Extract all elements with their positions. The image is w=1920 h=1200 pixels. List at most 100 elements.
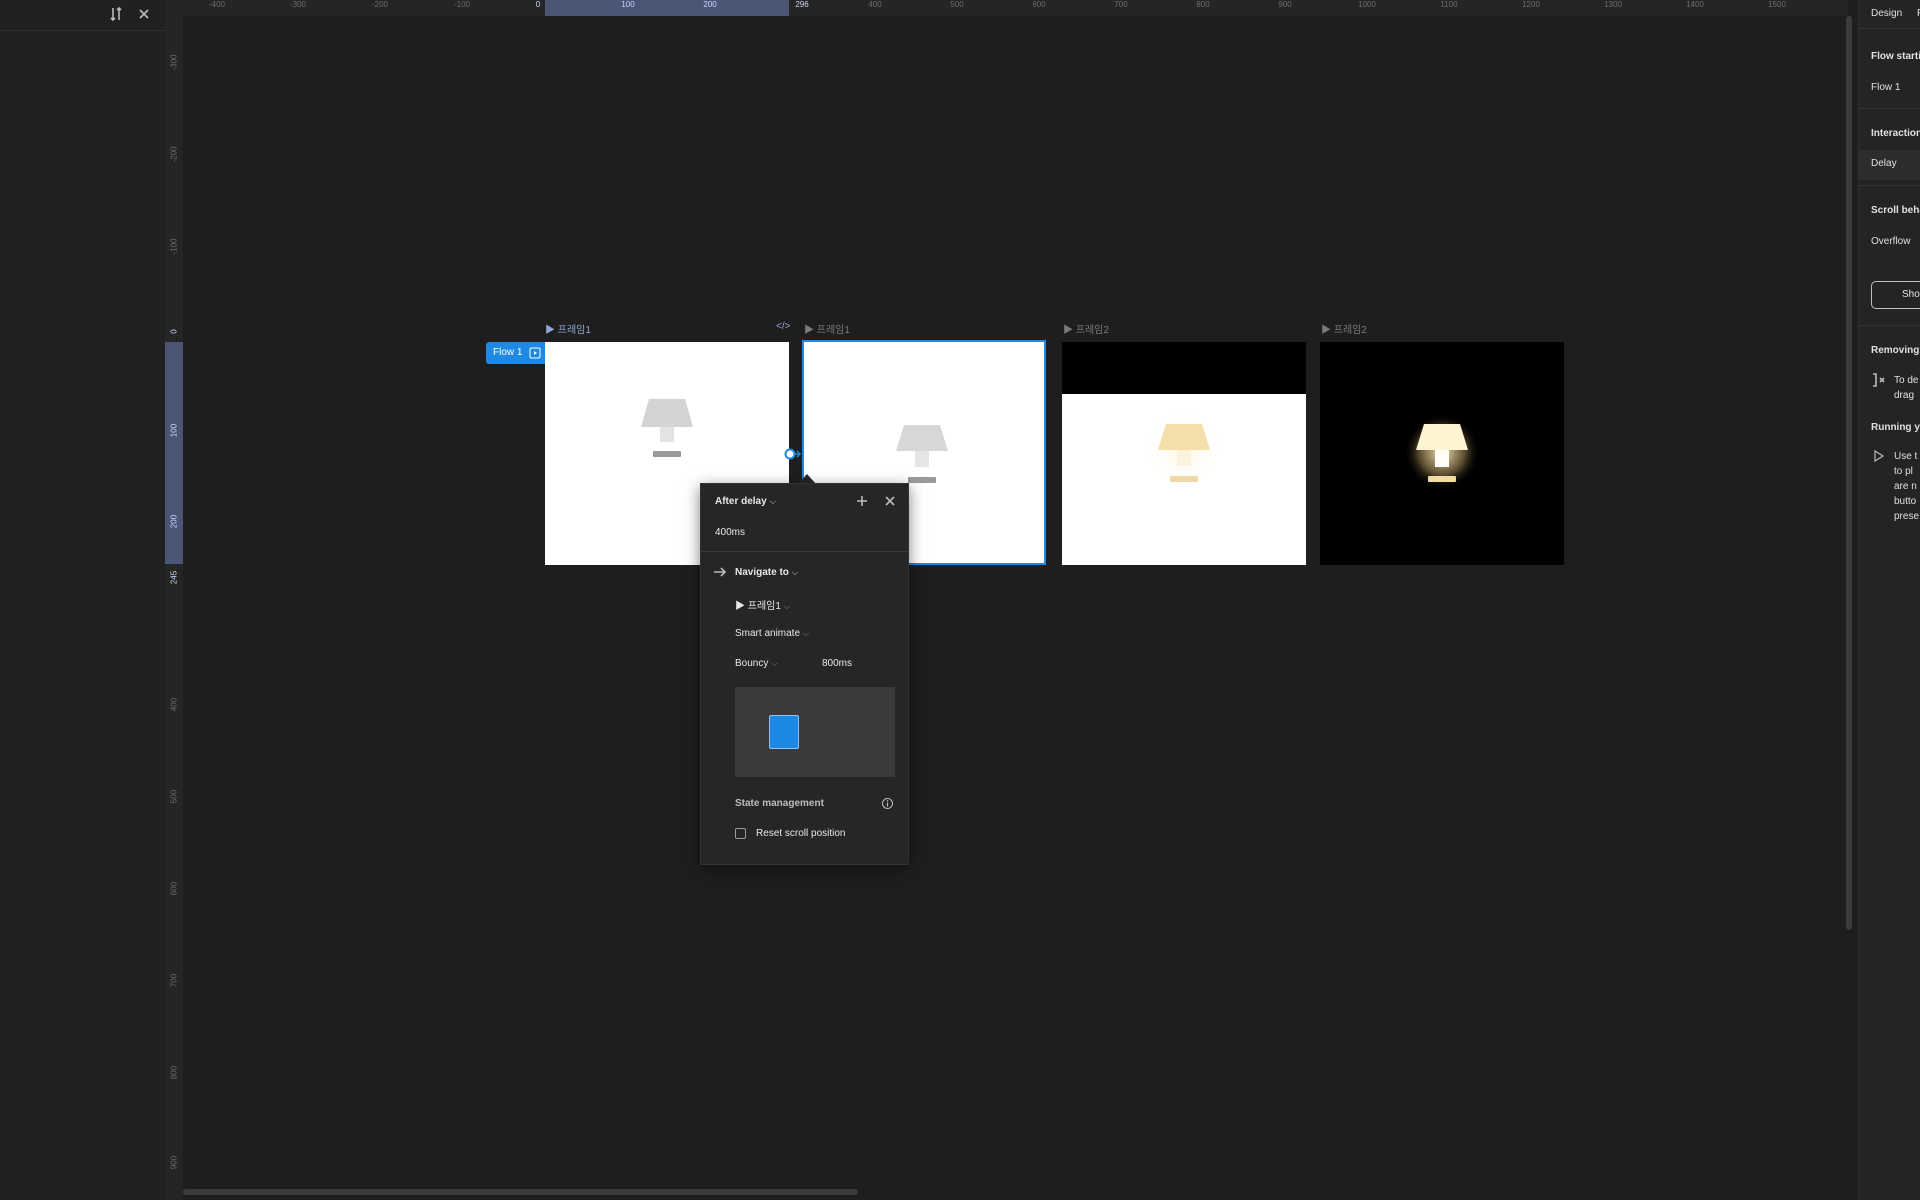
action-label: Navigate to: [735, 567, 789, 578]
ruler-tick: 100: [621, 0, 635, 9]
ruler-tick: 200: [169, 514, 179, 529]
divider: [1859, 108, 1920, 109]
help-text: prese: [1894, 511, 1920, 522]
show-button-label: Sho: [1902, 289, 1920, 300]
reset-scroll-label: Reset scroll position: [756, 828, 846, 839]
play-icon[interactable]: [529, 347, 541, 362]
overflow-label[interactable]: Overflow: [1871, 236, 1910, 247]
ruler-tick: 100: [169, 423, 179, 438]
chevron-down-icon: ⌵: [803, 629, 810, 638]
close-icon[interactable]: [883, 494, 897, 511]
frame-thumbnail[interactable]: [1320, 342, 1564, 565]
lamp-illustration: [1062, 342, 1306, 489]
ruler-tick: 1400: [1686, 0, 1704, 9]
section-title: Running yo: [1871, 422, 1920, 433]
ruler-tick: -200: [371, 0, 389, 9]
divider: [1859, 28, 1920, 29]
ruler-tick: 500: [169, 789, 179, 804]
frame-label[interactable]: ▶ 프레임2: [1063, 321, 1109, 336]
ruler-tick: 800: [169, 1065, 179, 1080]
close-icon[interactable]: [136, 6, 152, 25]
ruler-tick: 600: [169, 881, 179, 896]
ruler-tick: 500: [950, 0, 964, 9]
info-icon[interactable]: [881, 797, 894, 813]
ruler-tick: -100: [169, 238, 179, 255]
ruler-tick: 1000: [1358, 0, 1376, 9]
frame-label[interactable]: ▶ 프레임1: [804, 321, 850, 336]
ruler-tick: 600: [1032, 0, 1046, 9]
horizontal-ruler: -400 -300 -200 -100 0 100 200 296 400 50…: [183, 0, 1848, 17]
ruler-tick: 900: [169, 1155, 179, 1170]
ruler-tick: -400: [208, 0, 226, 9]
ruler-tick: 400: [169, 697, 179, 712]
ruler-tick: 1200: [1522, 0, 1540, 9]
interaction-details-popup: After delay ⌵ 400ms Navigate to ⌵ ▶ 프레임1 ⌵ …: [700, 483, 909, 865]
canvas[interactable]: [183, 16, 1848, 1200]
delay-input[interactable]: 400ms: [715, 527, 745, 538]
remove-connection-icon: [1871, 372, 1887, 391]
prototype-connection-handle[interactable]: [783, 447, 802, 461]
frame-label[interactable]: ▶ 프레임1: [545, 321, 591, 336]
chevron-down-icon: ⌵: [771, 659, 778, 668]
frame-code-icon[interactable]: </>: [776, 321, 790, 332]
show-button[interactable]: Sho: [1871, 281, 1920, 309]
animation-label: Smart animate: [735, 628, 801, 639]
reset-scroll-checkbox[interactable]: [735, 828, 746, 839]
divider: [1859, 185, 1920, 186]
ruler-tick: 245: [169, 570, 179, 585]
flow-badge-label: Flow 1: [493, 347, 523, 358]
ruler-tick: 800: [1196, 0, 1210, 9]
section-title: Interaction: [1871, 128, 1920, 139]
ruler-tick: 400: [868, 0, 882, 9]
help-text: Use t: [1894, 451, 1918, 462]
ruler-tick: 1500: [1768, 0, 1786, 9]
ruler-tick: 700: [169, 973, 179, 988]
help-text: to pl: [1894, 466, 1913, 477]
duration-input[interactable]: 800ms: [822, 658, 852, 669]
interaction-item[interactable]: Delay: [1859, 150, 1920, 180]
play-icon: [1873, 449, 1885, 465]
layers-panel-header: [0, 0, 165, 31]
animation-preview-box: [769, 715, 799, 749]
easing-dropdown[interactable]: Bouncy ⌵: [735, 658, 777, 669]
action-dropdown[interactable]: Navigate to ⌵: [735, 567, 798, 578]
easing-label: Bouncy: [735, 658, 769, 669]
ruler-tick: 700: [1114, 0, 1128, 9]
section-title: Flow starti: [1871, 51, 1920, 62]
interaction-item-label: Delay: [1871, 158, 1897, 169]
trigger-dropdown[interactable]: After delay ⌵: [715, 496, 776, 507]
ruler-tick: 1100: [1440, 0, 1458, 9]
flow-starting-badge[interactable]: Flow 1: [486, 342, 545, 364]
chevron-down-icon: ⌵: [769, 497, 776, 506]
divider: [1859, 325, 1920, 326]
ruler-tick: -200: [169, 146, 179, 163]
ruler-tick: 296: [795, 0, 809, 9]
lamp-illustration: [1404, 414, 1480, 490]
flow-item[interactable]: Flow 1: [1871, 82, 1900, 93]
tab-design[interactable]: Design: [1871, 8, 1902, 19]
chevron-down-icon: ⌵: [791, 568, 798, 577]
animation-preview: [735, 687, 895, 777]
ruler-tick: 0: [169, 329, 179, 334]
horizontal-scrollbar[interactable]: [183, 1189, 858, 1195]
frame-thumbnail[interactable]: [1062, 342, 1306, 565]
ruler-tick: -300: [169, 54, 179, 71]
destination-label: ▶ 프레임1: [735, 601, 781, 612]
filter-icon[interactable]: [108, 6, 124, 25]
vertical-ruler: -300 -200 -100 0 100 200 245 400 500 600…: [165, 0, 184, 1200]
destination-dropdown[interactable]: ▶ 프레임1 ⌵: [735, 597, 790, 612]
help-text: are n: [1894, 481, 1917, 492]
vertical-scrollbar[interactable]: [1846, 16, 1852, 930]
arrow-right-icon: [713, 566, 727, 581]
add-icon[interactable]: [855, 494, 869, 511]
ruler-selection-range: [545, 0, 789, 16]
chevron-down-icon: ⌵: [783, 602, 791, 611]
help-text: drag: [1894, 390, 1915, 401]
state-management-label: State management: [735, 798, 824, 809]
section-title: Scroll beha: [1871, 205, 1920, 216]
section-title: Removing: [1871, 345, 1920, 356]
frame-label[interactable]: ▶ 프레임2: [1321, 321, 1367, 336]
animation-dropdown[interactable]: Smart animate ⌵: [735, 628, 809, 639]
help-text: To de: [1894, 375, 1919, 386]
ruler-tick: -300: [289, 0, 307, 9]
